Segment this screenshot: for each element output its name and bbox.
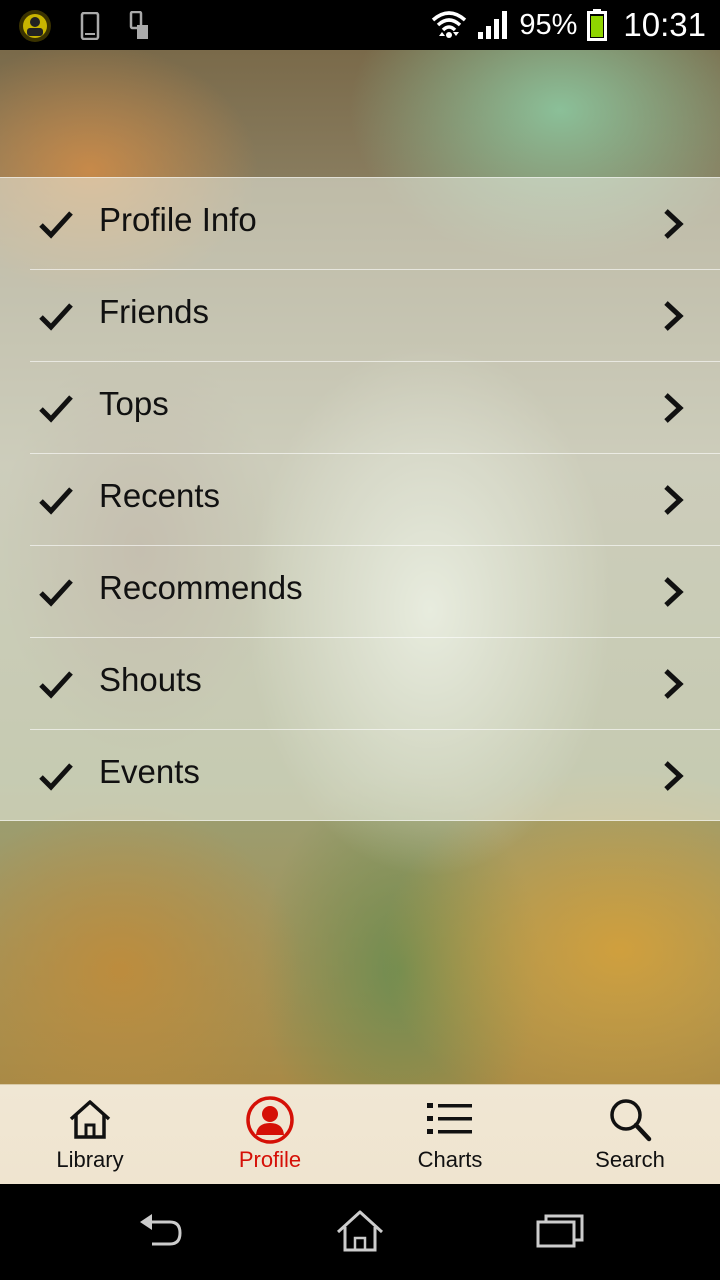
status-bar: 95% 10:31: [0, 0, 720, 50]
content-area: Profile Info Friends Tops Recents Recomm…: [0, 50, 720, 1084]
menu-item-label: Recents: [99, 477, 221, 514]
nav-search-label: Search: [595, 1147, 665, 1172]
clock: 10:31: [623, 6, 706, 43]
chevron-right-icon: [664, 761, 684, 791]
menu-item-label: Recommends: [99, 569, 303, 606]
home-icon: [69, 1100, 111, 1139]
menu-item-profile-info[interactable]: Profile Info: [0, 178, 720, 270]
wifi-icon: [432, 11, 467, 38]
menu-item-events[interactable]: Events: [0, 730, 720, 822]
check-icon: [39, 763, 73, 791]
nav-charts[interactable]: Charts: [360, 1085, 540, 1185]
check-icon: [39, 671, 73, 699]
phone-icon: [80, 12, 100, 40]
chevron-right-icon: [664, 485, 684, 515]
nav-library[interactable]: Library: [0, 1085, 180, 1185]
menu-item-label: Friends: [99, 293, 210, 330]
home-button-icon[interactable]: [330, 1206, 390, 1256]
back-icon[interactable]: [130, 1206, 190, 1256]
chevron-right-icon: [664, 393, 684, 423]
menu-item-shouts[interactable]: Shouts: [0, 638, 720, 730]
menu-item-label: Tops: [99, 385, 169, 422]
usb-device-icon: [129, 11, 148, 39]
list-icon: [427, 1103, 472, 1134]
battery-percent: 95%: [519, 8, 578, 41]
search-icon: [610, 1099, 652, 1142]
battery-icon: [587, 9, 608, 41]
menu-item-friends[interactable]: Friends: [0, 270, 720, 362]
chevron-right-icon: [664, 209, 684, 239]
system-nav-bar: [0, 1184, 720, 1280]
profile-menu: Profile Info Friends Tops Recents Recomm…: [0, 177, 720, 821]
profile-icon: [246, 1096, 294, 1144]
menu-item-label: Shouts: [99, 661, 202, 698]
nav-search[interactable]: Search: [540, 1085, 720, 1185]
chevron-right-icon: [664, 669, 684, 699]
check-icon: [39, 211, 73, 239]
check-icon: [39, 579, 73, 607]
nav-profile[interactable]: Profile: [180, 1085, 360, 1185]
menu-item-recents[interactable]: Recents: [0, 454, 720, 546]
recent-apps-icon[interactable]: [530, 1206, 590, 1256]
menu-item-label: Profile Info: [99, 201, 257, 238]
chevron-right-icon: [664, 577, 684, 607]
check-icon: [39, 303, 73, 331]
menu-item-tops[interactable]: Tops: [0, 362, 720, 454]
menu-item-label: Events: [99, 753, 200, 790]
chevron-right-icon: [664, 301, 684, 331]
app-notification-icon: [19, 10, 51, 42]
bottom-nav: Library Profile Charts Search: [0, 1084, 720, 1185]
check-icon: [39, 487, 73, 515]
menu-item-recommends[interactable]: Recommends: [0, 546, 720, 638]
nav-charts-label: Charts: [417, 1147, 483, 1172]
check-icon: [39, 395, 73, 423]
nav-profile-label: Profile: [238, 1147, 302, 1172]
nav-library-label: Library: [56, 1147, 124, 1172]
signal-icon: [478, 11, 508, 39]
